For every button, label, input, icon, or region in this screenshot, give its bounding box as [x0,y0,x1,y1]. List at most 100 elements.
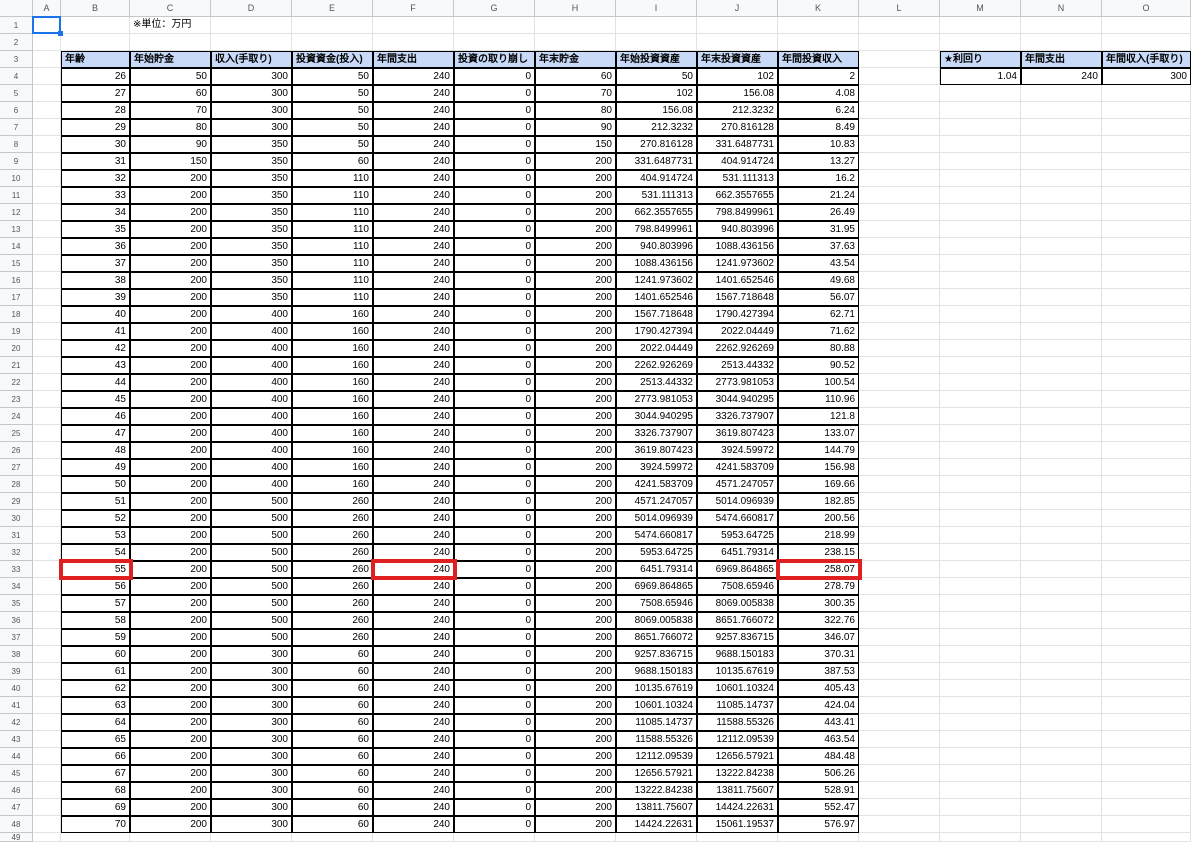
table-cell[interactable]: 0 [454,459,535,476]
table-cell[interactable]: 160 [292,459,373,476]
table-cell[interactable]: 5953.64725 [616,544,697,561]
cell[interactable] [1102,527,1191,544]
table-cell[interactable]: 6451.79314 [697,544,778,561]
cell[interactable] [33,544,61,561]
cell[interactable] [940,34,1021,51]
table-cell[interactable]: 0 [454,578,535,595]
cell[interactable] [859,272,940,289]
table-cell[interactable]: 3619.807423 [616,442,697,459]
cell[interactable] [33,697,61,714]
table-cell[interactable]: 528.91 [778,782,859,799]
cell[interactable] [940,646,1021,663]
cell[interactable] [1021,187,1102,204]
table-cell[interactable]: 200 [535,204,616,221]
table-cell[interactable]: 3044.940295 [616,408,697,425]
cell[interactable] [33,153,61,170]
table-cell[interactable]: 240 [373,374,454,391]
table-cell[interactable]: 200 [535,561,616,578]
cell[interactable] [859,833,940,842]
table-cell[interactable]: 0 [454,782,535,799]
table-cell[interactable]: 39 [61,289,130,306]
table-cell[interactable]: 212.3232 [616,119,697,136]
cell[interactable] [1021,340,1102,357]
table-header-cell[interactable]: 年末投資資産 [697,51,778,68]
table-cell[interactable]: 50 [616,68,697,85]
cell[interactable] [859,731,940,748]
cell[interactable] [1102,374,1191,391]
row-header[interactable]: 34 [0,578,33,595]
cell[interactable] [1102,612,1191,629]
table-cell[interactable]: 240 [373,510,454,527]
table-cell[interactable]: 240 [373,476,454,493]
table-cell[interactable]: 52 [61,510,130,527]
table-cell[interactable]: 2022.04449 [616,340,697,357]
table-cell[interactable]: 200 [535,510,616,527]
table-cell[interactable]: 37.63 [778,238,859,255]
table-cell[interactable]: 110 [292,204,373,221]
table-cell[interactable]: 100.54 [778,374,859,391]
table-cell[interactable]: 70 [535,85,616,102]
table-cell[interactable]: 200 [535,697,616,714]
table-cell[interactable]: 5474.660817 [697,510,778,527]
table-cell[interactable]: 60 [292,782,373,799]
table-cell[interactable]: 405.43 [778,680,859,697]
table-header-cell[interactable]: 年間支出 [373,51,454,68]
table-cell[interactable]: 31.95 [778,221,859,238]
table-cell[interactable]: 2773.981053 [616,391,697,408]
table-cell[interactable]: 160 [292,391,373,408]
table-cell[interactable]: 2513.44332 [616,374,697,391]
table-cell[interactable]: 27 [61,85,130,102]
table-cell[interactable]: 110 [292,238,373,255]
cell[interactable] [1021,765,1102,782]
cell[interactable] [616,833,697,842]
table-cell[interactable]: 200 [535,765,616,782]
table-cell[interactable]: 0 [454,204,535,221]
cell[interactable] [1102,119,1191,136]
table-cell[interactable]: 260 [292,527,373,544]
row-header[interactable]: 1 [0,17,33,34]
table-header-cell[interactable]: 年間投資収入 [778,51,859,68]
column-header-n[interactable]: N [1021,0,1102,17]
table-cell[interactable]: 200 [130,765,211,782]
cell[interactable] [33,34,61,51]
row-header[interactable]: 24 [0,408,33,425]
table-cell[interactable]: 350 [211,272,292,289]
cell[interactable] [859,646,940,663]
cell[interactable] [859,34,940,51]
params-value-cell[interactable]: 300 [1102,68,1191,85]
table-cell[interactable]: 500 [211,527,292,544]
cell[interactable] [61,833,130,842]
cell[interactable] [1102,493,1191,510]
cell[interactable] [33,17,61,34]
table-cell[interactable]: 400 [211,459,292,476]
table-cell[interactable]: 0 [454,119,535,136]
column-header-h[interactable]: H [535,0,616,17]
table-cell[interactable]: 50 [292,102,373,119]
cell[interactable] [1021,646,1102,663]
table-cell[interactable]: 200 [130,663,211,680]
cell[interactable] [940,476,1021,493]
table-cell[interactable]: 240 [373,442,454,459]
table-cell[interactable]: 200 [535,170,616,187]
row-header[interactable]: 33 [0,561,33,578]
cell[interactable] [33,527,61,544]
table-cell[interactable]: 200 [535,799,616,816]
table-cell[interactable]: 11085.14737 [697,697,778,714]
table-cell[interactable]: 300 [211,119,292,136]
cell[interactable] [1102,255,1191,272]
cell[interactable] [33,782,61,799]
row-header[interactable]: 21 [0,357,33,374]
table-cell[interactable]: 12656.57921 [616,765,697,782]
table-cell[interactable]: 240 [373,765,454,782]
table-cell[interactable]: 300 [211,697,292,714]
table-cell[interactable]: 71.62 [778,323,859,340]
cell[interactable] [940,612,1021,629]
cell[interactable] [1102,578,1191,595]
row-header[interactable]: 26 [0,442,33,459]
table-cell[interactable]: 200 [535,238,616,255]
table-cell[interactable]: 160 [292,340,373,357]
table-cell[interactable]: 300 [211,646,292,663]
cell[interactable] [1102,221,1191,238]
table-cell[interactable]: 270.816128 [697,119,778,136]
cell[interactable] [859,391,940,408]
